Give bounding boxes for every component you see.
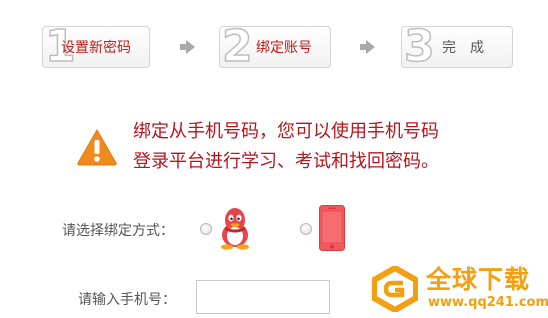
watermark-logo-icon [372, 266, 418, 312]
watermark-url: www.qq241.com [428, 295, 548, 310]
step-arrow-icon [360, 40, 375, 54]
step-1: 1 设置新密码 [42, 24, 150, 69]
step-2: 2 绑定账号 [219, 21, 331, 72]
step-arrow-icon [180, 40, 195, 54]
phone-radio[interactable] [300, 223, 312, 235]
step-number: 2 [221, 21, 253, 72]
notice-line-2: 登录平台进行学习、考试和找回密码。 [133, 151, 439, 172]
notice-line-1: 绑定从手机号码，您可以使用手机号码 [133, 121, 439, 142]
qq-radio[interactable] [200, 223, 212, 235]
bind-method-label: 请选择绑定方式： [62, 223, 174, 239]
step-number: 3 [403, 21, 435, 72]
step-label: 完 成 [442, 40, 484, 56]
warning-icon [77, 128, 117, 166]
step-3: 3 完 成 [401, 21, 513, 72]
step-label: 绑定账号 [256, 40, 312, 56]
binding-notice: 绑定从手机号码，您可以使用手机号码 登录平台进行学习、考试和找回密码。 [133, 117, 493, 177]
watermark-brand: 全球下载 [426, 265, 531, 294]
mobile-phone-icon[interactable] [319, 205, 345, 251]
phone-input-label: 请输入手机号： [78, 292, 176, 308]
step-label: 设置新密码 [61, 40, 131, 56]
qq-penguin-icon[interactable] [218, 206, 252, 250]
phone-number-input[interactable] [196, 280, 330, 314]
